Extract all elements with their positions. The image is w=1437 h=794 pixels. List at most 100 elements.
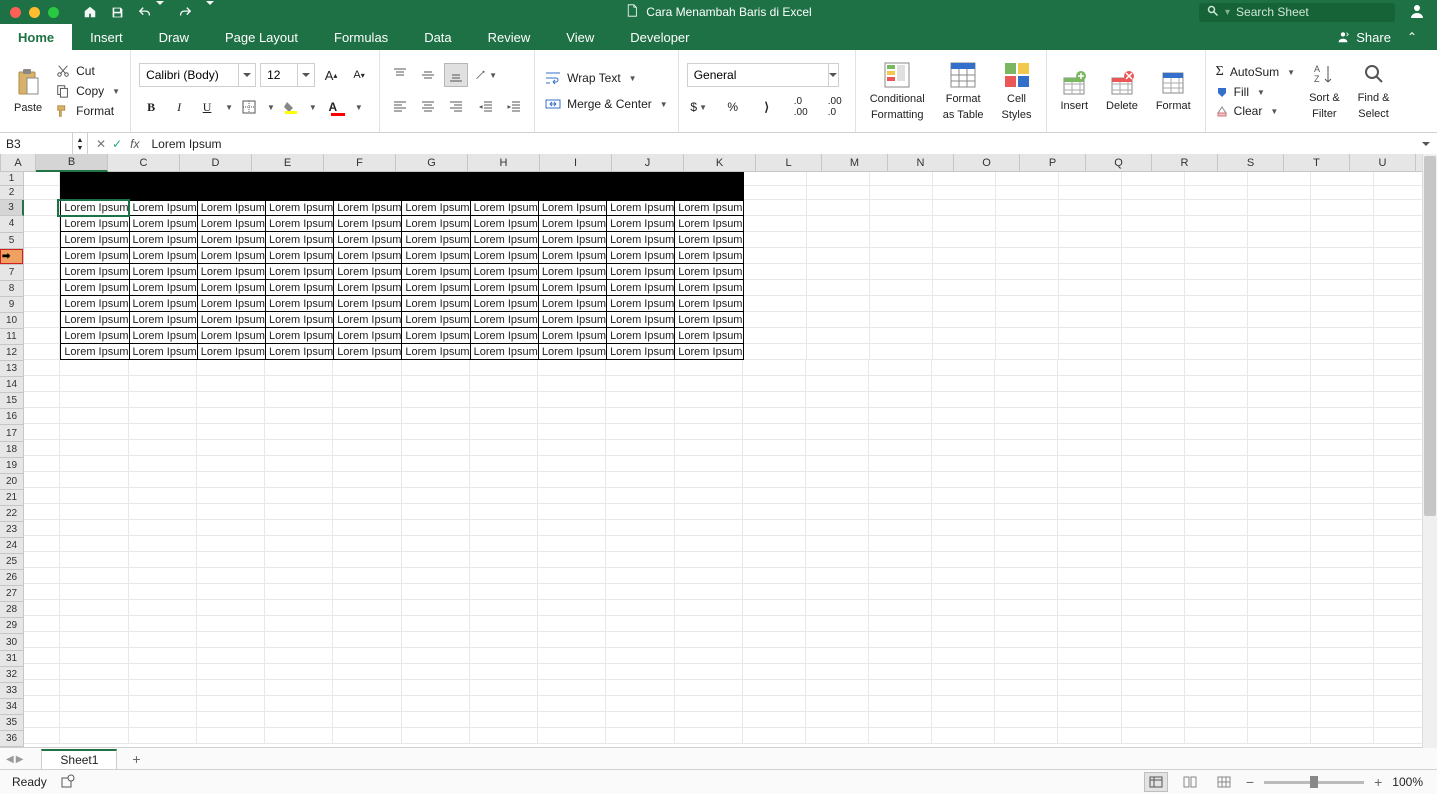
cell[interactable]: [24, 680, 60, 696]
cell[interactable]: [869, 712, 932, 728]
cell[interactable]: [402, 712, 470, 728]
cell[interactable]: [1185, 440, 1248, 456]
cell[interactable]: [932, 360, 995, 376]
cell[interactable]: [1248, 696, 1311, 712]
cell[interactable]: [1248, 392, 1311, 408]
cell[interactable]: [402, 186, 470, 200]
cell[interactable]: [265, 664, 333, 680]
cell[interactable]: [1248, 632, 1311, 648]
cell[interactable]: [1311, 296, 1374, 312]
row-header[interactable]: 36: [0, 731, 24, 747]
cell[interactable]: [1311, 424, 1374, 440]
cell[interactable]: [265, 536, 333, 552]
cell[interactable]: Lorem Ipsum: [607, 280, 675, 296]
col-header[interactable]: T: [1284, 154, 1350, 172]
search-sheet-box[interactable]: ▾ Search Sheet: [1199, 3, 1395, 22]
cell[interactable]: [869, 696, 932, 712]
format-as-table-button[interactable]: Formatas Table: [937, 59, 990, 123]
cell[interactable]: [933, 186, 996, 200]
cell[interactable]: [1058, 600, 1121, 616]
cell[interactable]: [1248, 408, 1311, 424]
cell[interactable]: [470, 456, 538, 472]
cell[interactable]: [129, 680, 197, 696]
cell[interactable]: [869, 616, 932, 632]
insert-cells-button[interactable]: Insert: [1055, 68, 1095, 114]
cell[interactable]: [470, 632, 538, 648]
cell[interactable]: [24, 552, 60, 568]
cell[interactable]: [1311, 728, 1374, 744]
underline-button[interactable]: U: [195, 95, 219, 119]
cell[interactable]: [1185, 328, 1248, 344]
find-select-button[interactable]: Find &Select: [1352, 60, 1396, 122]
cell[interactable]: [743, 440, 806, 456]
cell[interactable]: [538, 632, 606, 648]
cell[interactable]: [538, 648, 606, 664]
cell[interactable]: [870, 312, 933, 328]
row-header[interactable]: 25: [0, 554, 24, 570]
cell[interactable]: [870, 186, 933, 200]
cell[interactable]: [1311, 360, 1374, 376]
cell[interactable]: [743, 728, 806, 744]
cell[interactable]: [1185, 376, 1248, 392]
cell[interactable]: [869, 392, 932, 408]
row-header[interactable]: 8: [0, 281, 24, 297]
cell[interactable]: [129, 536, 197, 552]
cell[interactable]: Lorem Ipsum: [130, 264, 198, 280]
col-header[interactable]: S: [1218, 154, 1284, 172]
cell[interactable]: [1122, 648, 1185, 664]
cell[interactable]: [932, 504, 995, 520]
cell[interactable]: [129, 424, 197, 440]
cell[interactable]: [1311, 584, 1374, 600]
cell[interactable]: Lorem Ipsum: [471, 344, 539, 360]
cell[interactable]: Lorem Ipsum: [60, 344, 129, 360]
cell[interactable]: Lorem Ipsum: [675, 216, 743, 232]
row-header[interactable]: 1: [0, 172, 24, 186]
cell[interactable]: [1311, 664, 1374, 680]
cell[interactable]: [1185, 200, 1248, 216]
cell[interactable]: [130, 186, 198, 200]
cell[interactable]: [1185, 712, 1248, 728]
save-icon[interactable]: [111, 6, 124, 19]
decrease-indent-icon[interactable]: [474, 95, 498, 119]
cell[interactable]: [538, 536, 606, 552]
cell[interactable]: [1248, 520, 1311, 536]
col-header[interactable]: Q: [1086, 154, 1152, 172]
cell[interactable]: [1185, 232, 1248, 248]
fill-color-dropdown-icon[interactable]: ▼: [309, 103, 317, 112]
cell[interactable]: [333, 664, 401, 680]
ribbon-tab-draw[interactable]: Draw: [141, 24, 207, 50]
cell[interactable]: [675, 712, 743, 728]
cell[interactable]: [402, 392, 470, 408]
cell[interactable]: [806, 360, 869, 376]
cell[interactable]: [198, 186, 266, 200]
cell[interactable]: [743, 712, 806, 728]
cell[interactable]: [1185, 456, 1248, 472]
format-painter-button[interactable]: Format: [54, 103, 122, 119]
cell[interactable]: [197, 360, 265, 376]
cell[interactable]: [471, 186, 539, 200]
cell[interactable]: [60, 632, 128, 648]
cell[interactable]: [995, 696, 1058, 712]
cell[interactable]: [807, 344, 870, 360]
cell[interactable]: [197, 664, 265, 680]
cell[interactable]: [60, 728, 128, 744]
cell[interactable]: Lorem Ipsum: [60, 280, 129, 296]
cell[interactable]: [129, 520, 197, 536]
cell[interactable]: [1185, 186, 1248, 200]
cell[interactable]: [606, 552, 674, 568]
cell[interactable]: [675, 648, 743, 664]
cell[interactable]: [806, 616, 869, 632]
cell[interactable]: [1058, 696, 1121, 712]
cell[interactable]: [60, 520, 128, 536]
cell[interactable]: [538, 440, 606, 456]
ribbon-tab-home[interactable]: Home: [0, 24, 72, 50]
cell[interactable]: [265, 456, 333, 472]
cell[interactable]: [1311, 248, 1374, 264]
cell[interactable]: [333, 440, 401, 456]
cell[interactable]: [606, 648, 674, 664]
cell[interactable]: [995, 616, 1058, 632]
cell[interactable]: [402, 696, 470, 712]
cell[interactable]: [402, 520, 470, 536]
cell[interactable]: [743, 376, 806, 392]
cell[interactable]: [402, 360, 470, 376]
